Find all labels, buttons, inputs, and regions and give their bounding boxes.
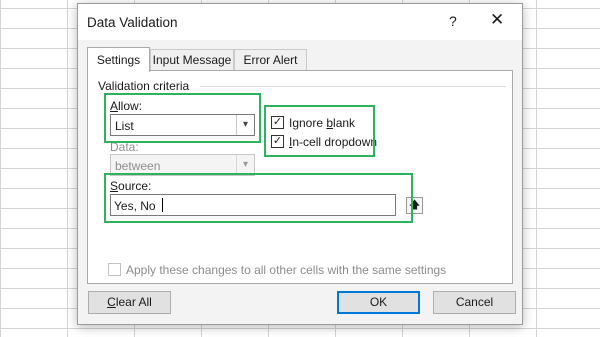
ignore-blank-checkbox[interactable]: ✓ <box>271 116 284 129</box>
chevron-down-icon[interactable]: ▾ <box>236 115 254 135</box>
in-cell-dropdown-label-rest: n-cell dropdown <box>292 135 378 149</box>
group-divider <box>200 86 506 87</box>
collapse-dialog-icon[interactable]: 🡅 <box>406 197 423 214</box>
checkbox-highlight-box <box>264 105 375 157</box>
clear-all-button[interactable]: Clear All <box>88 291 171 314</box>
clear-all-label: lear All <box>115 295 152 309</box>
tab-input-message[interactable]: Input Message <box>150 49 234 71</box>
chevron-down-icon: ▾ <box>236 155 254 175</box>
allow-value: List <box>115 119 134 133</box>
dialog-title: Data Validation <box>87 15 178 30</box>
tab-error-alert[interactable]: Error Alert <box>234 49 307 71</box>
source-label: Source: <box>110 179 151 193</box>
title-bar: Data Validation ? ✕ <box>78 4 522 40</box>
ignore-blank-label-pre: Ignore <box>289 116 327 130</box>
source-value: Yes, No <box>114 199 156 213</box>
source-label-text: ource: <box>118 179 152 193</box>
source-label-accel: S <box>110 179 119 193</box>
help-button[interactable]: ? <box>449 13 457 29</box>
text-caret <box>162 198 163 212</box>
in-cell-dropdown-checkbox[interactable]: ✓ <box>271 135 284 148</box>
apply-all-checkbox <box>108 263 121 276</box>
source-input[interactable]: Yes, No 🡅 <box>110 194 423 216</box>
settings-panel: Validation criteria Allow: List ▾ ✓ Igno… <box>87 70 513 284</box>
data-value: between <box>115 159 161 173</box>
clear-all-accel: C <box>107 295 116 309</box>
data-validation-dialog: Data Validation ? ✕ Settings Input Messa… <box>77 3 523 325</box>
ok-button[interactable]: OK <box>337 291 420 314</box>
allow-label-accel: A <box>110 99 119 113</box>
allow-select[interactable]: List ▾ <box>110 114 255 136</box>
cancel-button[interactable]: Cancel <box>433 291 516 314</box>
validation-criteria-label: Validation criteria <box>98 79 190 93</box>
ignore-blank-label-rest: lank <box>333 116 356 130</box>
tab-settings[interactable]: Settings <box>87 47 150 72</box>
allow-label-text: llow: <box>118 99 143 113</box>
data-select: between ▾ <box>110 154 255 176</box>
ignore-blank-label: Ignore blank <box>289 116 355 130</box>
close-button[interactable]: ✕ <box>490 10 504 30</box>
data-label: Data: <box>110 140 139 154</box>
in-cell-dropdown-label: In-cell dropdown <box>289 135 377 149</box>
apply-all-label: Apply these changes to all other cells w… <box>126 263 447 277</box>
allow-label: Allow: <box>110 99 142 113</box>
